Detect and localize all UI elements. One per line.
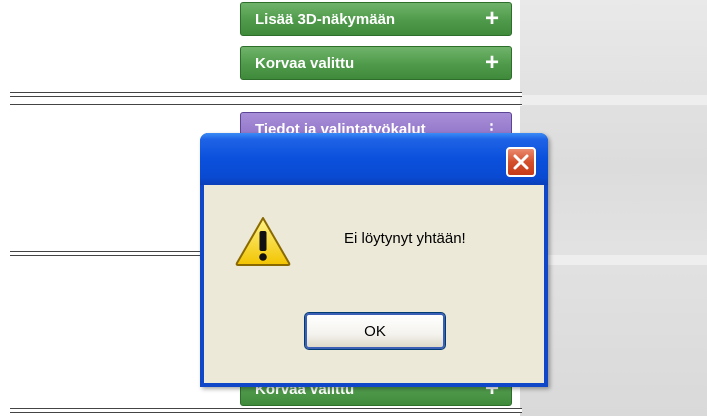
separator-line (10, 92, 522, 97)
separator-line (10, 104, 522, 106)
warning-icon (235, 217, 291, 266)
separator-line (10, 408, 522, 413)
dialog-message: Ei löytynyt yhtään! (344, 230, 466, 247)
map-stripe (520, 255, 707, 265)
alert-dialog: Ei löytynyt yhtään! OK (200, 133, 548, 387)
map-stripe (520, 95, 707, 105)
separator-line (10, 251, 210, 256)
plus-icon: + (484, 49, 499, 76)
ok-button[interactable]: OK (304, 312, 446, 350)
dialog-titlebar (200, 133, 548, 185)
add-to-3d-label: Lisää 3D-näkymään (255, 10, 396, 28)
close-icon (513, 154, 529, 170)
replace-selected-label: Korvaa valittu (255, 54, 355, 72)
replace-selected-button[interactable]: Korvaa valittu + (240, 46, 512, 80)
add-to-3d-button[interactable]: Lisää 3D-näkymään + (240, 2, 512, 36)
plus-icon: + (484, 5, 499, 32)
map-panel (520, 0, 707, 416)
close-button[interactable] (506, 147, 536, 177)
